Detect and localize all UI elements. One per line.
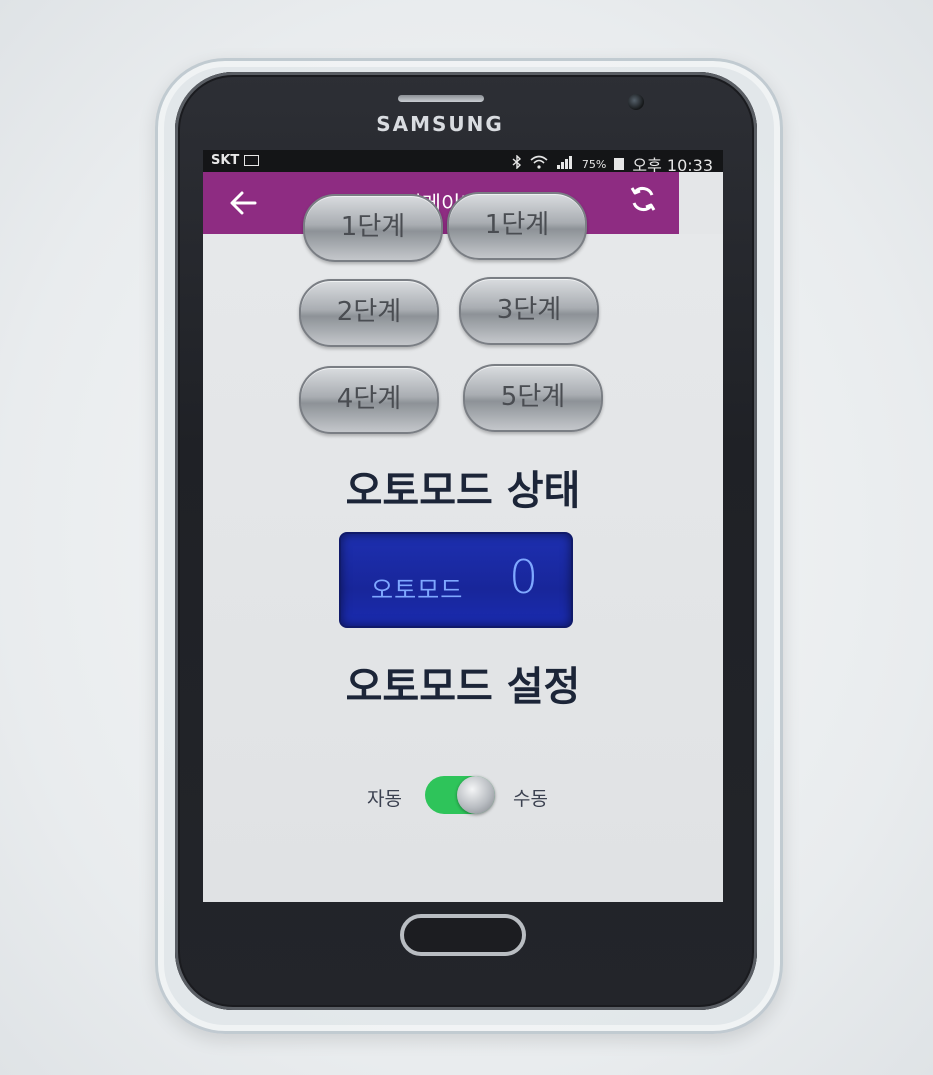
- step-2-button[interactable]: 2단계: [299, 279, 439, 347]
- earpiece-speaker: [398, 95, 484, 102]
- auto-mode-display-value: 0: [509, 550, 539, 604]
- bluetooth-icon: [512, 154, 522, 173]
- toggle-knob[interactable]: [457, 776, 495, 814]
- auto-mode-toggle-row: 자동 수동: [203, 776, 723, 816]
- wifi-icon: [530, 155, 548, 173]
- battery-percent: 75%: [581, 157, 607, 171]
- auto-mode-status-title: 오토모드 상태: [345, 468, 581, 514]
- auto-mode-setting-title: 오토모드 설정: [345, 664, 581, 710]
- step-3-button[interactable]: 3단계: [459, 277, 599, 345]
- phone-screen: SKT 75% 오후 10:33 미메이커 1단계 1단계 2단계 3단계 4단…: [203, 150, 723, 902]
- mail-icon: [244, 155, 260, 166]
- auto-manual-toggle[interactable]: [425, 776, 495, 814]
- step-4-button[interactable]: 4단계: [299, 366, 439, 434]
- brand-logo: SAMSUNG: [376, 112, 504, 136]
- photo-background: SAMSUNG SKT 75% 오후 10:33 미메이커 1단계 1단계 2단…: [0, 0, 933, 1075]
- battery-icon: [614, 158, 625, 170]
- step-1-button-partial-left[interactable]: 1단계: [303, 194, 443, 262]
- step-5-button[interactable]: 5단계: [463, 364, 603, 432]
- home-button[interactable]: [400, 914, 526, 956]
- main-content: 1단계 1단계 2단계 3단계 4단계 5단계 오토모드 상태 오토모드 0 오…: [203, 192, 723, 902]
- auto-label: 자동: [367, 788, 402, 810]
- front-camera: [628, 94, 644, 110]
- signal-icon: [556, 155, 574, 173]
- carrier-label: SKT: [211, 153, 240, 168]
- step-1-button-partial-right[interactable]: 1단계: [447, 192, 587, 260]
- auto-mode-display-label: 오토모드: [371, 576, 464, 604]
- status-bar: SKT 75% 오후 10:33: [203, 150, 723, 175]
- app-title: 미메이커: [402, 192, 480, 216]
- refresh-icon[interactable]: [628, 184, 658, 214]
- manual-label: 수동: [513, 788, 548, 810]
- auto-mode-status-display: 오토모드 0: [339, 532, 573, 628]
